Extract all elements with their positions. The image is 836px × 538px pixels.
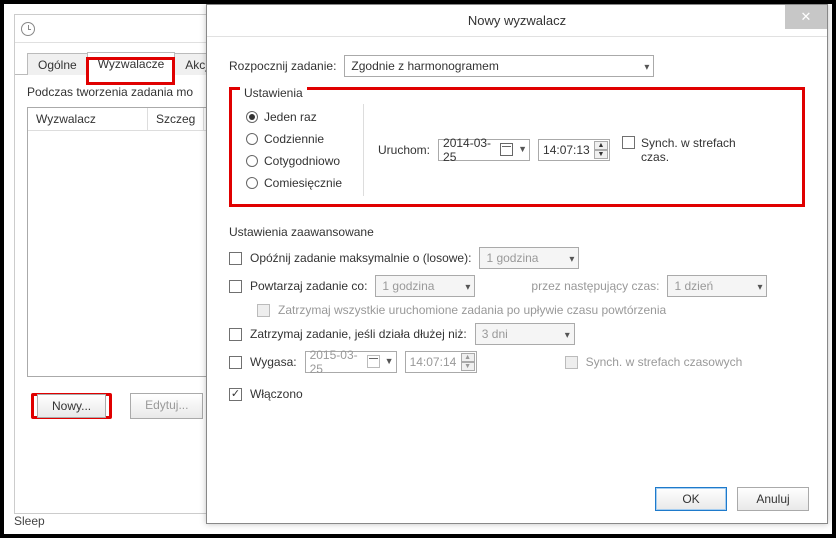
radio-monthly[interactable]: Comiesięcznie <box>246 176 361 190</box>
enabled-label: Włączono <box>250 387 303 401</box>
expire-date-value: 2015-03-25 <box>310 348 368 376</box>
radio-weekly-label: Cotygodniowo <box>264 154 340 168</box>
chevron-down-icon: ▼ <box>385 356 394 366</box>
radio-icon <box>246 155 258 167</box>
sync-tz-text1: Synch. w strefach <box>641 136 736 150</box>
settings-legend: Ustawienia <box>240 86 307 100</box>
ok-button[interactable]: OK <box>655 487 727 511</box>
spinner-up-icon: ▲ <box>461 353 475 362</box>
stop-if-select: 3 dni ▾ <box>475 323 575 345</box>
launch-date-value: 2014-03-25 <box>443 136 501 164</box>
calendar-icon <box>367 355 380 368</box>
chevron-down-icon: ▾ <box>569 252 574 268</box>
repeat-label: Powtarzaj zadanie co: <box>250 279 367 293</box>
radio-icon <box>246 133 258 145</box>
dialog-title-text: Nowy wyzwalacz <box>468 13 566 28</box>
radio-monthly-label: Comiesięcznie <box>264 176 342 190</box>
col-details[interactable]: Szczeg <box>148 108 204 130</box>
repeat-interval-value: 1 godzina <box>382 278 434 294</box>
spinner-down-icon: ▼ <box>461 362 475 371</box>
highlight-new-button: Nowy... <box>31 393 112 419</box>
spinner-up-icon[interactable]: ▲ <box>594 141 608 150</box>
expire-time-input: 14:07:14 ▲ ▼ <box>405 351 477 373</box>
launch-time-value: 14:07:13 <box>543 143 590 157</box>
delay-select: 1 godzina ▾ <box>479 247 579 269</box>
expire-label: Wygasa: <box>250 355 297 369</box>
cancel-button[interactable]: Anuluj <box>737 487 809 511</box>
advanced-legend: Ustawienia zaawansowane <box>229 225 805 239</box>
radio-daily-label: Codziennie <box>264 132 324 146</box>
radio-icon <box>246 177 258 189</box>
dialog-title: Nowy wyzwalacz ✕ <box>207 5 827 37</box>
chevron-down-icon: ▾ <box>565 328 570 344</box>
delay-label: Opóźnij zadanie maksymalnie o (losowe): <box>250 251 471 265</box>
col-trigger[interactable]: Wyzwalacz <box>28 108 148 130</box>
radio-weekly[interactable]: Cotygodniowo <box>246 154 361 168</box>
stop-if-checkbox[interactable] <box>229 328 242 341</box>
highlight-tab-triggers <box>86 57 175 85</box>
chevron-down-icon: ▾ <box>757 280 762 296</box>
sync-tz-label: Synch. w strefach czas. <box>641 136 736 164</box>
stop-all-checkbox <box>257 304 270 317</box>
delay-value: 1 godzina <box>486 250 538 266</box>
chevron-down-icon: ▾ <box>644 60 649 76</box>
new-button[interactable]: Nowy... <box>37 394 106 418</box>
chevron-down-icon: ▼ <box>518 144 527 154</box>
stop-if-value: 3 dni <box>482 326 508 342</box>
radio-daily[interactable]: Codziennie <box>246 132 361 146</box>
radio-once-label: Jeden raz <box>264 110 317 124</box>
expire-checkbox[interactable] <box>229 356 242 369</box>
sync-tz-text2: czas. <box>641 150 669 164</box>
radio-once[interactable]: Jeden raz <box>246 110 361 124</box>
repeat-checkbox[interactable] <box>229 280 242 293</box>
stop-all-label: Zatrzymaj wszystkie uruchomione zadania … <box>278 303 666 317</box>
highlight-settings: Ustawienia Jeden raz Codziennie <box>229 87 805 207</box>
launch-date-input[interactable]: 2014-03-25 ▼ <box>438 139 530 161</box>
begin-task-value: Zgodnie z harmonogramem <box>351 58 498 74</box>
footer-text: Sleep <box>14 514 45 528</box>
edit-button: Edytuj... <box>130 393 203 419</box>
close-icon[interactable]: ✕ <box>785 5 827 29</box>
tab-general[interactable]: Ogólne <box>27 53 88 75</box>
enabled-checkbox[interactable] <box>229 388 242 401</box>
clock-icon <box>21 22 35 36</box>
new-trigger-dialog: Nowy wyzwalacz ✕ Rozpocznij zadanie: Zgo… <box>206 4 828 524</box>
repeat-for-label: przez następujący czas: <box>531 279 659 293</box>
expire-date-input: 2015-03-25 ▼ <box>305 351 397 373</box>
begin-task-select[interactable]: Zgodnie z harmonogramem ▾ <box>344 55 654 77</box>
settings-fieldset: Ustawienia Jeden raz Codziennie <box>232 94 802 202</box>
delay-checkbox[interactable] <box>229 252 242 265</box>
begin-task-label: Rozpocznij zadanie: <box>229 59 336 73</box>
chevron-down-icon: ▾ <box>465 280 470 296</box>
sync-tz-checkbox[interactable] <box>622 136 635 149</box>
calendar-icon <box>500 143 513 156</box>
repeat-for-select: 1 dzień ▾ <box>667 275 767 297</box>
repeat-interval-select: 1 godzina ▾ <box>375 275 475 297</box>
expire-sync-tz-checkbox <box>565 356 578 369</box>
expire-sync-tz-label: Synch. w strefach czasowych <box>586 355 743 369</box>
launch-label: Uruchom: <box>378 143 430 157</box>
radio-icon <box>246 111 258 123</box>
repeat-for-value: 1 dzień <box>674 278 713 294</box>
spinner-down-icon[interactable]: ▼ <box>594 150 608 159</box>
stop-if-label: Zatrzymaj zadanie, jeśli działa dłużej n… <box>250 327 467 341</box>
launch-time-input[interactable]: 14:07:13 ▲ ▼ <box>538 139 610 161</box>
expire-time-value: 14:07:14 <box>410 355 457 369</box>
